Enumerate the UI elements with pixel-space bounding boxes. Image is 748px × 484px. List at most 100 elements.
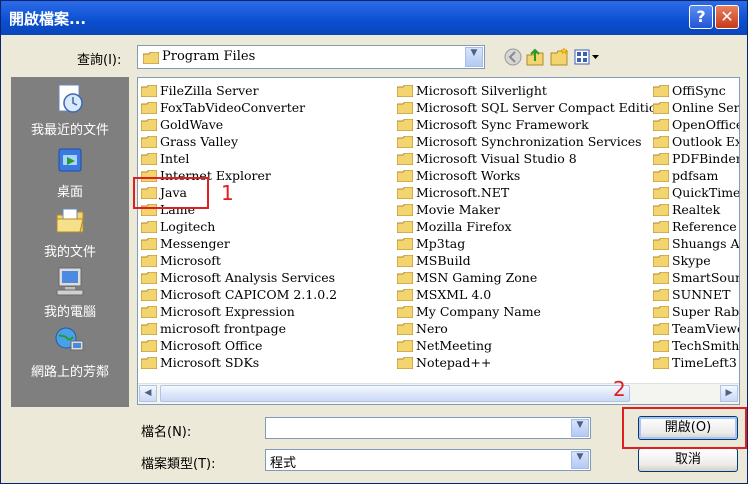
- chevron-down-icon[interactable]: ▼: [465, 47, 483, 67]
- lookin-value: Program Files: [162, 49, 256, 64]
- file-list-item[interactable]: Microsoft SQL Server Compact Edition: [396, 99, 664, 116]
- horizontal-scrollbar[interactable]: ◀ ▶: [138, 383, 739, 404]
- place-label: 我的電腦: [43, 305, 96, 320]
- file-list-item[interactable]: Intel: [140, 150, 337, 167]
- file-list-item[interactable]: Realtek: [652, 201, 739, 218]
- file-list-item[interactable]: SUNNET: [652, 286, 739, 303]
- file-list[interactable]: FileZilla Server FoxTabVideoConverter Gold…: [137, 77, 740, 405]
- chevron-down-icon[interactable]: ▼: [571, 419, 589, 437]
- file-list-item[interactable]: NetMeeting: [396, 337, 664, 354]
- folder-icon: [653, 102, 669, 114]
- folder-icon: [653, 170, 669, 182]
- folder-icon: [653, 306, 669, 318]
- window-title: 開啟檔案...: [9, 10, 87, 28]
- title-bar[interactable]: 開啟檔案... ? ✕: [1, 1, 747, 35]
- folder-icon: [653, 136, 669, 148]
- place-desktop[interactable]: 桌面: [11, 145, 129, 203]
- file-list-item[interactable]: MSN Gaming Zone: [396, 269, 664, 286]
- new-folder-icon[interactable]: [549, 47, 569, 67]
- scrollbar-thumb[interactable]: [160, 385, 630, 402]
- file-list-item[interactable]: Microsoft Analysis Services: [140, 269, 337, 286]
- file-list-item[interactable]: Notepad++: [396, 354, 664, 371]
- chevron-down-icon[interactable]: ▼: [571, 451, 589, 469]
- file-list-item[interactable]: Outlook Ex: [652, 133, 740, 150]
- file-list-item[interactable]: microsoft frontpage: [140, 320, 337, 337]
- file-name: Outlook Ex: [672, 134, 740, 149]
- file-name: Microsoft Analysis Services: [160, 270, 336, 285]
- file-list-item[interactable]: Grass Valley: [140, 133, 337, 150]
- folder-icon: [141, 136, 157, 148]
- file-name: Mozilla Firefox: [416, 219, 512, 234]
- file-list-item[interactable]: TeamViewe: [652, 320, 739, 337]
- place-recent-docs[interactable]: 我最近的文件: [11, 83, 129, 141]
- file-list-item[interactable]: Shuangs Au: [652, 235, 739, 252]
- file-list-item[interactable]: Nero: [396, 320, 664, 337]
- file-list-item[interactable]: TimeLeft3: [652, 354, 739, 371]
- file-name: NetMeeting: [416, 338, 493, 353]
- file-list-item[interactable]: Microsoft Office: [140, 337, 337, 354]
- folder-icon: [653, 255, 669, 267]
- scroll-left-icon[interactable]: ◀: [139, 385, 157, 402]
- cancel-button[interactable]: 取消: [638, 448, 738, 472]
- folder-icon: [141, 357, 157, 369]
- file-list-item[interactable]: Skype: [652, 252, 739, 269]
- place-network[interactable]: 網路上的芳鄰: [11, 325, 129, 383]
- file-list-item[interactable]: Movie Maker: [396, 201, 664, 218]
- place-my-documents[interactable]: 我的文件: [11, 205, 129, 263]
- file-list-item[interactable]: Microsoft Sync Framework: [396, 116, 664, 133]
- file-name: GoldWave: [160, 117, 224, 132]
- folder-icon: [653, 85, 669, 97]
- file-list-item[interactable]: Microsoft: [140, 252, 337, 269]
- file-list-item[interactable]: GoldWave: [140, 116, 337, 133]
- file-list-item[interactable]: Microsoft Expression: [140, 303, 337, 320]
- file-list-item[interactable]: Microsoft SDKs: [140, 354, 337, 371]
- file-list-item[interactable]: pdfsam: [652, 167, 739, 184]
- file-list-item[interactable]: My Company Name: [396, 303, 664, 320]
- view-menu-icon[interactable]: [573, 47, 601, 67]
- file-list-item[interactable]: Reference A: [652, 218, 739, 235]
- file-list-item[interactable]: Mp3tag: [396, 235, 664, 252]
- file-list-item[interactable]: Mozilla Firefox: [396, 218, 664, 235]
- folder-icon: [397, 204, 413, 216]
- up-folder-icon[interactable]: [525, 47, 545, 67]
- file-list-item[interactable]: Microsoft Silverlight: [396, 82, 664, 99]
- scroll-right-icon[interactable]: ▶: [720, 385, 738, 402]
- file-list-item[interactable]: MSXML 4.0: [396, 286, 664, 303]
- filename-label: 檔名(N):: [141, 425, 192, 440]
- filetype-label: 檔案類型(T):: [141, 457, 216, 472]
- file-list-item[interactable]: MSBuild: [396, 252, 664, 269]
- file-list-item[interactable]: Microsoft Works: [396, 167, 664, 184]
- help-button[interactable]: ?: [689, 5, 713, 29]
- file-list-item[interactable]: FileZilla Server: [140, 82, 337, 99]
- annotation-number-1: 1: [221, 181, 234, 205]
- file-name: My Company Name: [416, 304, 541, 319]
- file-list-item[interactable]: Super Rabb: [652, 303, 739, 320]
- file-list-item[interactable]: OffiSync: [652, 82, 739, 99]
- file-list-item[interactable]: Microsoft CAPICOM 2.1.0.2: [140, 286, 337, 303]
- file-list-item[interactable]: OpenOffice: [652, 116, 739, 133]
- back-arrow-icon[interactable]: [503, 47, 523, 67]
- file-name: Microsoft: [160, 253, 221, 268]
- file-list-item[interactable]: Microsoft Visual Studio 8: [396, 150, 664, 167]
- filetype-select[interactable]: 程式 ▼: [265, 449, 591, 471]
- folder-icon: [397, 238, 413, 250]
- lookin-combo[interactable]: Program Files ▼: [137, 45, 485, 69]
- file-list-item[interactable]: TechSmith: [652, 337, 739, 354]
- file-list-item[interactable]: Online Serv: [652, 99, 739, 116]
- file-list-item[interactable]: PDFBinder: [652, 150, 739, 167]
- file-list-item[interactable]: Messenger: [140, 235, 337, 252]
- file-list-item[interactable]: QuickTime: [652, 184, 739, 201]
- file-name: Mp3tag: [416, 236, 466, 251]
- file-name: Grass Valley: [160, 134, 239, 149]
- place-my-computer[interactable]: 我的電腦: [11, 265, 129, 323]
- file-list-item[interactable]: Microsoft.NET: [396, 184, 664, 201]
- file-list-item[interactable]: FoxTabVideoConverter: [140, 99, 337, 116]
- file-list-item[interactable]: Logitech: [140, 218, 337, 235]
- filename-input[interactable]: ▼: [265, 417, 591, 439]
- my-documents-icon: [56, 208, 84, 233]
- file-list-item[interactable]: Microsoft Synchronization Services: [396, 133, 664, 150]
- places-bar: 我最近的文件 桌面 我的文件 我的電腦 網路上的芳鄰: [11, 77, 129, 407]
- network-icon: [55, 327, 84, 351]
- file-list-item[interactable]: SmartSound: [652, 269, 739, 286]
- close-button[interactable]: ✕: [715, 5, 739, 29]
